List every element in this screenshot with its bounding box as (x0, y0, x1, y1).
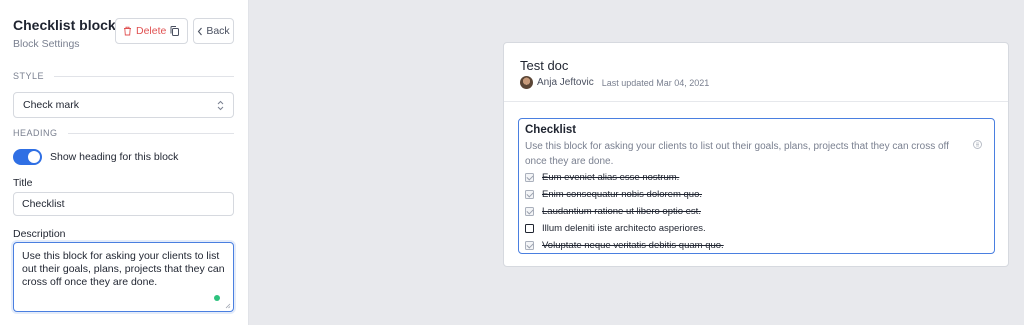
checkbox-checked[interactable] (525, 190, 534, 199)
select-arrows-icon (217, 100, 224, 111)
back-button-label: Back (206, 25, 230, 37)
checkbox-checked[interactable] (525, 241, 534, 250)
checkbox-unchecked[interactable] (525, 224, 534, 233)
style-section-header: STYLE (13, 71, 234, 81)
block-settings-sidebar: Checklist block Block Settings Delete Ba… (0, 0, 249, 325)
checkbox-checked[interactable] (525, 207, 534, 216)
description-textarea[interactable]: Use this block for asking your clients t… (13, 242, 234, 312)
checklist-item: Laudantium ratione ut libero optio est. (525, 203, 724, 220)
avatar (520, 76, 533, 89)
document-meta: Anja Jeftovic Last updated Mar 04, 2021 (520, 76, 709, 89)
info-icon[interactable] (973, 140, 982, 149)
show-heading-label: Show heading for this block (50, 151, 179, 163)
description-field-label: Description (13, 228, 66, 240)
resize-grip-icon[interactable] (225, 303, 231, 309)
chevron-left-icon (198, 27, 203, 35)
status-dot (214, 295, 220, 301)
section-divider (67, 132, 234, 134)
style-select[interactable]: Check mark (13, 92, 234, 118)
trash-icon (124, 26, 131, 36)
copy-icon[interactable] (168, 24, 182, 38)
sidebar-title: Checklist block (13, 17, 116, 33)
style-select-value: Check mark (23, 99, 80, 111)
toggle-knob (28, 151, 40, 163)
checklist-item-text: Voluptate neque veritatis debitis quam q… (542, 240, 724, 251)
checklist-items: Eum eveniet alias esse nostrum. Enim con… (525, 169, 724, 254)
heading-section-header: HEADING (13, 128, 234, 138)
card-divider (504, 101, 1008, 102)
checklist-item-text: Enim consequatur nobis dolorem quo. (542, 189, 703, 200)
description-textarea-value: Use this block for asking your clients t… (22, 250, 225, 288)
document-title: Test doc (520, 58, 569, 73)
title-input[interactable]: Checklist (13, 192, 234, 216)
delete-button-label: Delete (136, 25, 167, 37)
checklist-block[interactable]: Checklist Use this block for asking your… (518, 118, 995, 254)
checklist-item-text: Laudantium ratione ut libero optio est. (542, 206, 701, 217)
checkbox-checked[interactable] (525, 173, 534, 182)
document-card: Test doc Anja Jeftovic Last updated Mar … (503, 42, 1009, 267)
checklist-item: Illum deleniti iste architecto asperiore… (525, 220, 724, 237)
section-divider (54, 75, 234, 77)
title-input-value: Checklist (22, 198, 65, 210)
last-updated: Last updated Mar 04, 2021 (601, 77, 710, 88)
sidebar-subtitle: Block Settings (13, 38, 80, 50)
show-heading-row: Show heading for this block (13, 149, 178, 165)
title-field-label: Title (13, 177, 33, 189)
checklist-description: Use this block for asking your clients t… (525, 141, 949, 167)
heading-section-label: HEADING (13, 128, 58, 138)
checklist-item: Voluptate neque veritatis debitis quam q… (525, 237, 724, 254)
back-button[interactable]: Back (193, 18, 234, 44)
checklist-item-text: Illum deleniti iste architecto asperiore… (542, 223, 706, 234)
checklist-item: Enim consequatur nobis dolorem quo. (525, 186, 724, 203)
author-name: Anja Jeftovic (537, 77, 594, 88)
checklist-item: Eum eveniet alias esse nostrum. (525, 169, 724, 186)
checklist-item-text: Eum eveniet alias esse nostrum. (542, 172, 680, 183)
show-heading-toggle[interactable] (13, 149, 42, 165)
style-section-label: STYLE (13, 71, 45, 81)
delete-copy-group: Delete (115, 18, 188, 44)
delete-button[interactable]: Delete (116, 19, 166, 43)
checklist-title: Checklist (525, 124, 577, 136)
